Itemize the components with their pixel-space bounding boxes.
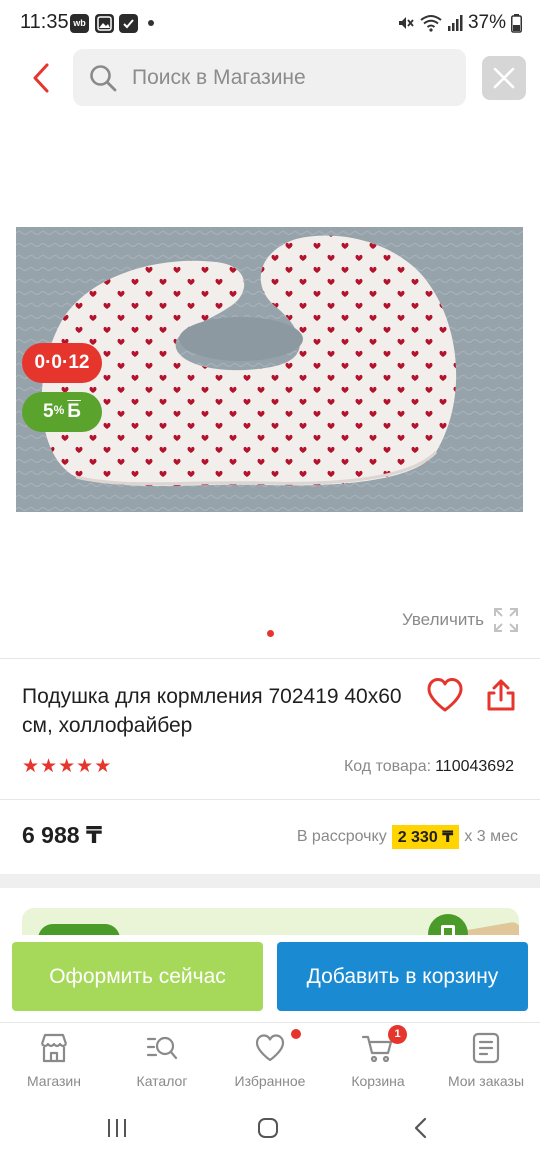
star-icon: ★ [58, 756, 76, 777]
nav-label-cart: Корзина [351, 1073, 405, 1089]
home-icon [258, 1118, 278, 1138]
checkout-now-button[interactable]: Оформить сейчас [12, 942, 263, 1011]
nav-item-orders[interactable]: Мои заказы [436, 1031, 536, 1089]
star-icon: ★ [22, 756, 40, 777]
heart-icon [253, 1029, 301, 1065]
nav-item-favorites[interactable]: Избранное [220, 1029, 320, 1089]
product-title: Подушка для кормления 702419 40х60 см, х… [22, 685, 402, 737]
search-icon [87, 62, 119, 94]
status-time: 11:35 [20, 11, 69, 33]
bonus-value: 5 [43, 401, 54, 422]
close-icon [493, 67, 515, 89]
battery-icon [511, 13, 522, 33]
mute-icon [398, 17, 414, 29]
installment-amount: 2 330 ₸ [391, 825, 460, 849]
cart-icon: 1 [361, 1025, 407, 1065]
nav-label-catalog: Каталог [136, 1073, 188, 1089]
percent-sign: % [53, 403, 65, 417]
section-separator [0, 874, 540, 888]
zoom-label: Увеличить [402, 610, 484, 629]
bonus-badge: 5% Б [22, 392, 102, 432]
star-icon: ★ [76, 756, 94, 777]
divider [0, 799, 540, 800]
close-button[interactable] [482, 56, 526, 100]
search-input[interactable] [132, 65, 432, 90]
favorites-dot [291, 1029, 301, 1039]
wb-app-icon: wb [70, 14, 89, 33]
share-icon [487, 679, 515, 711]
task-notification-icon [119, 14, 138, 33]
wifi-icon [420, 15, 442, 32]
status-bar: 11:35 wb 37% [0, 0, 540, 46]
carousel-indicator [267, 630, 274, 637]
bonus-suffix: Б [67, 401, 81, 422]
search-bar[interactable] [73, 49, 466, 106]
recent-apps-button[interactable] [104, 1114, 130, 1142]
nav-item-cart[interactable]: 1 Корзина [328, 1025, 428, 1089]
nav-label-favorites: Избранное [234, 1073, 306, 1089]
gallery-notification-icon [95, 14, 114, 33]
store-icon [37, 1031, 71, 1065]
catalog-search-icon [145, 1031, 179, 1065]
expand-icon [494, 608, 518, 632]
battery-percent: 37% [467, 12, 506, 33]
home-button[interactable] [256, 1114, 280, 1142]
timer-badge: 0·0·12 [22, 343, 102, 383]
system-back-button[interactable] [408, 1114, 432, 1142]
zoom-button[interactable]: Увеличить [402, 606, 520, 634]
product-code-value: 110043692 [435, 758, 514, 775]
share-button[interactable] [484, 677, 520, 715]
divider [0, 658, 540, 659]
system-nav [0, 1100, 540, 1158]
installment-suffix: х 3 мес [464, 828, 518, 845]
back-arrow-icon [414, 1117, 427, 1139]
back-button[interactable] [24, 58, 58, 98]
star-icon: ★ [40, 756, 58, 777]
bottom-nav: Магазин Каталог Избранное 1 Корзина Мои … [0, 1022, 540, 1100]
price: 6 988 ₸ [22, 822, 102, 848]
nav-label-orders: Мои заказы [447, 1073, 525, 1089]
installment-prefix: В рассрочку [296, 828, 387, 845]
heart-icon [427, 678, 463, 712]
status-indicators: 37% [397, 12, 522, 34]
nav-item-store[interactable]: Магазин [4, 1031, 104, 1089]
favorite-button[interactable] [426, 677, 464, 715]
product-code-label: Код товара: [343, 758, 432, 775]
nav-item-catalog[interactable]: Каталог [112, 1031, 212, 1089]
more-notifications-dot [148, 20, 154, 26]
signal-icon [447, 15, 463, 31]
nav-label-store: Магазин [26, 1073, 81, 1089]
product-code: Код товара: 110043692 [344, 758, 514, 776]
add-to-cart-button[interactable]: Добавить в корзину [277, 942, 528, 1011]
star-icon: ★ [94, 756, 112, 777]
cart-count-badge: 1 [388, 1025, 407, 1044]
orders-icon [469, 1031, 503, 1065]
recent-apps-icon [108, 1119, 126, 1137]
installment-info[interactable]: В рассрочку 2 330 ₸ х 3 мес [297, 825, 518, 849]
rating-stars: ★ ★ ★ ★ ★ [22, 757, 111, 776]
chevron-left-icon [33, 63, 49, 93]
